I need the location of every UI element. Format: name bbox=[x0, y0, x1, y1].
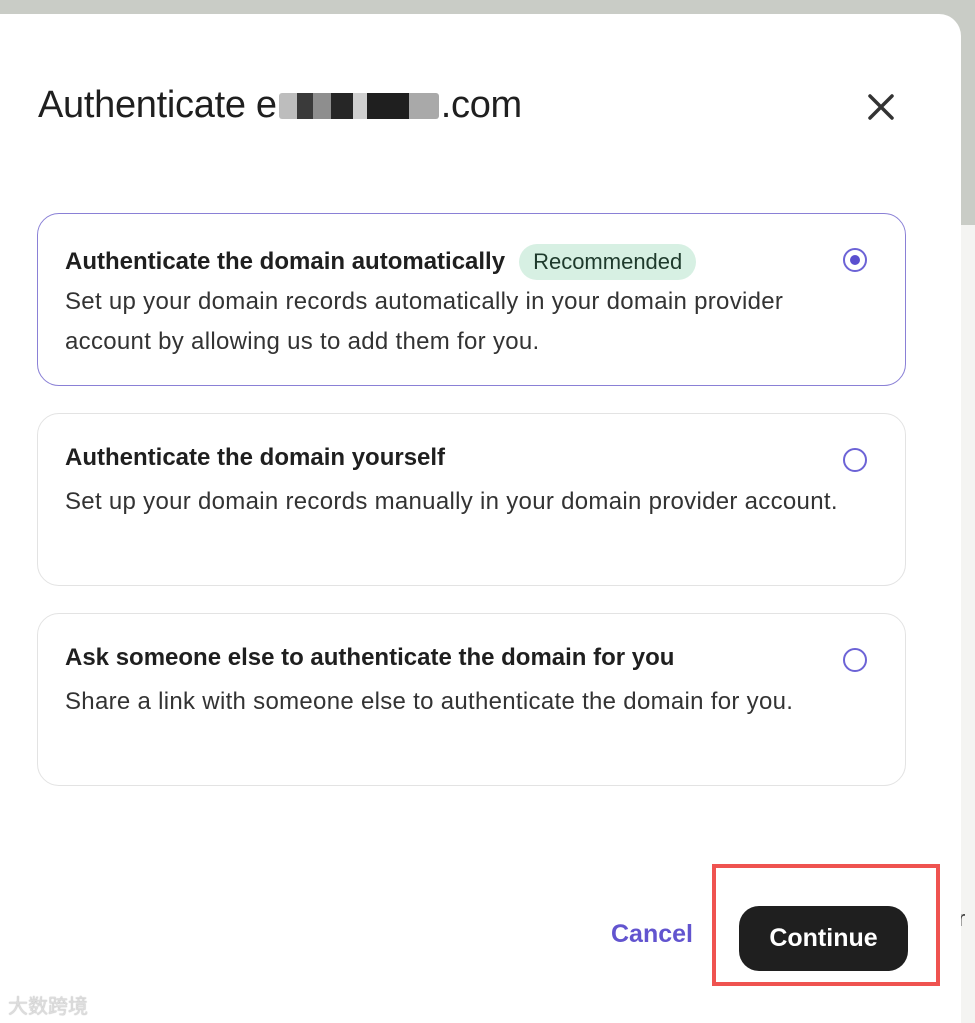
authenticate-domain-dialog: Authenticate e .com Authenticate the dom… bbox=[0, 14, 961, 1023]
continue-button[interactable]: Continue bbox=[739, 906, 908, 971]
option-header: Authenticate the domain automatically Re… bbox=[65, 244, 697, 280]
option-description: Set up your domain records manually in y… bbox=[65, 488, 838, 515]
cancel-button[interactable]: Cancel bbox=[611, 920, 693, 949]
option-header: Authenticate the domain yourself bbox=[65, 444, 445, 472]
dialog-title: Authenticate e .com bbox=[38, 84, 522, 127]
option-authenticate-automatically[interactable]: Authenticate the domain automatically Re… bbox=[37, 213, 906, 386]
option-title: Authenticate the domain yourself bbox=[65, 444, 446, 471]
option-authenticate-yourself[interactable]: Authenticate the domain yourself Set up … bbox=[37, 413, 906, 586]
radio-button[interactable] bbox=[843, 448, 867, 472]
option-description: Share a link with someone else to authen… bbox=[65, 688, 794, 715]
option-ask-someone-else[interactable]: Ask someone else to authenticate the dom… bbox=[37, 613, 906, 786]
option-header: Ask someone else to authenticate the dom… bbox=[65, 644, 674, 672]
redacted-domain-name bbox=[278, 92, 439, 119]
close-icon bbox=[868, 94, 894, 120]
option-title: Ask someone else to authenticate the dom… bbox=[65, 644, 675, 671]
dialog-title-prefix: Authenticate e bbox=[38, 84, 277, 126]
option-description: Set up your domain records automatically… bbox=[65, 288, 784, 355]
watermark-logo: 大数跨境 bbox=[8, 994, 88, 1018]
radio-button-selected[interactable] bbox=[843, 248, 867, 272]
close-button[interactable] bbox=[862, 88, 900, 126]
radio-button[interactable] bbox=[843, 648, 867, 672]
recommended-badge: Recommended bbox=[519, 244, 697, 280]
dialog-title-suffix: .com bbox=[440, 84, 522, 126]
option-title: Authenticate the domain automatically bbox=[65, 248, 506, 275]
